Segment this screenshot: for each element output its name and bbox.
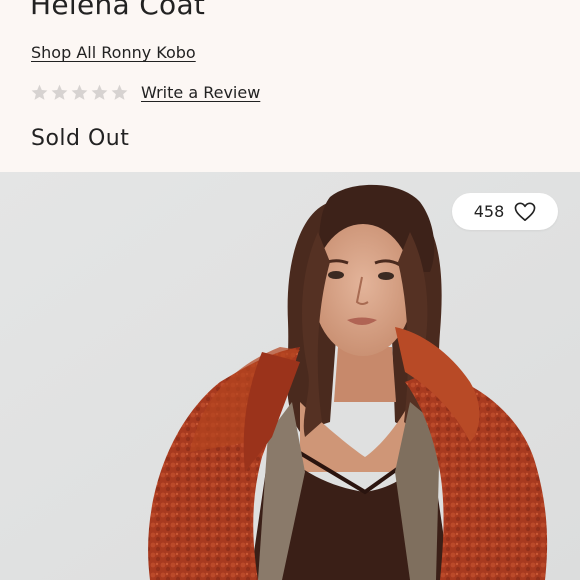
- star-icon: [31, 84, 48, 100]
- stock-status: Sold Out: [31, 126, 130, 151]
- star-icon: [91, 84, 108, 100]
- favorite-count: 458: [473, 202, 505, 221]
- product-photo[interactable]: [0, 172, 580, 580]
- shop-all-brand-link[interactable]: Shop All Ronny Kobo: [31, 43, 196, 62]
- favorite-button[interactable]: 458: [452, 193, 558, 230]
- product-header: Helena Coat Shop All Ronny Kobo Write a …: [0, 0, 580, 172]
- write-review-link[interactable]: Write a Review: [141, 83, 260, 102]
- star-icon: [111, 84, 128, 100]
- rating-stars[interactable]: [30, 83, 129, 103]
- star-icon: [51, 84, 68, 100]
- heart-icon: [514, 202, 536, 221]
- product-title: Helena Coat: [30, 0, 206, 21]
- star-icon: [71, 84, 88, 100]
- model-photo-illustration: [0, 172, 580, 580]
